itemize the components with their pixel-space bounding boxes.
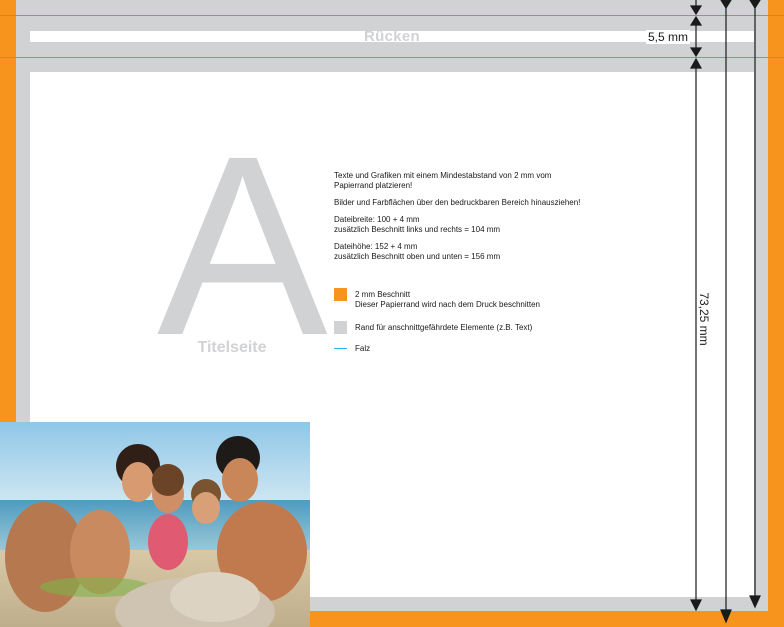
dimension-arrows [689,0,761,624]
page-height-label: 73,25 mm [697,292,711,346]
spine-width-label: 5,5 mm [646,30,691,44]
